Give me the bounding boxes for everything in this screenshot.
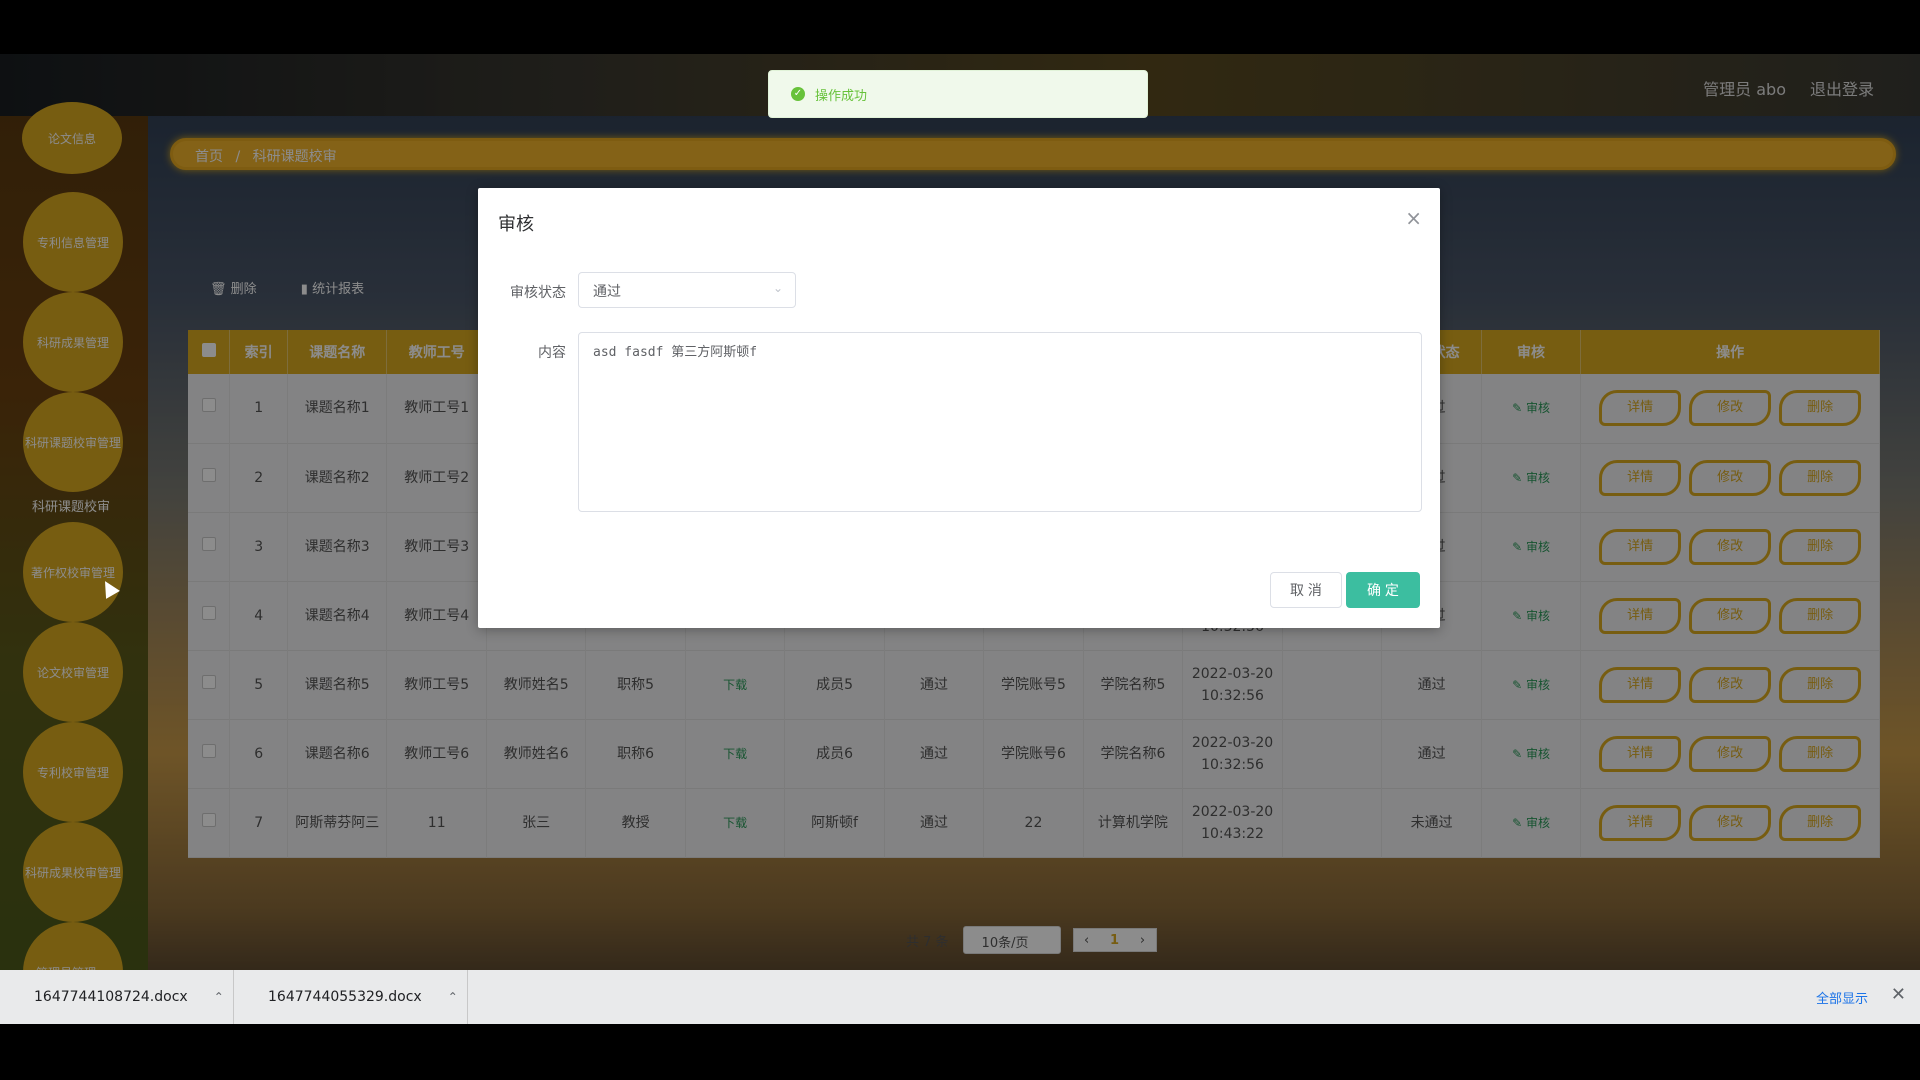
status-select[interactable]: 通过 ⌄ xyxy=(578,272,796,308)
success-toast: ✓ 操作成功 xyxy=(768,70,1148,118)
download-item-1[interactable]: 1647744108724.docx ⌃ xyxy=(0,970,234,1024)
dialog-title: 审核 xyxy=(498,214,534,235)
confirm-button[interactable]: 确 定 xyxy=(1346,572,1420,608)
check-circle-icon: ✓ xyxy=(791,87,805,101)
status-label: 审核状态 xyxy=(510,285,566,301)
chevron-down-icon: ⌄ xyxy=(772,281,783,295)
close-icon[interactable]: ✕ xyxy=(1891,984,1906,1005)
audit-dialog: 审核 × 审核状态 通过 ⌄ 内容 asd fasdf 第三方阿斯顿f 取 消 … xyxy=(478,188,1440,628)
app-viewport: 高校教师科研管理系统 管理员 abo 退出登录 论文信息 专利信息管理 科研成果… xyxy=(0,54,1920,1024)
toast-message: 操作成功 xyxy=(815,88,868,104)
close-icon[interactable]: × xyxy=(1405,206,1422,230)
chevron-up-icon[interactable]: ⌃ xyxy=(448,990,458,1004)
show-all-link[interactable]: 全部显示 xyxy=(1816,988,1868,1007)
download-filename-1: 1647744108724.docx xyxy=(34,989,188,1005)
download-filename-2: 1647744055329.docx xyxy=(268,989,422,1005)
content-textarea[interactable]: asd fasdf 第三方阿斯顿f xyxy=(578,332,1422,512)
status-select-value: 通过 xyxy=(593,284,621,300)
download-bar: 1647744108724.docx ⌃ 1647744055329.docx … xyxy=(0,970,1920,1024)
content-label: 内容 xyxy=(538,345,566,361)
cancel-button[interactable]: 取 消 xyxy=(1270,572,1342,608)
chevron-up-icon[interactable]: ⌃ xyxy=(214,990,224,1004)
download-item-2[interactable]: 1647744055329.docx ⌃ xyxy=(234,970,468,1024)
